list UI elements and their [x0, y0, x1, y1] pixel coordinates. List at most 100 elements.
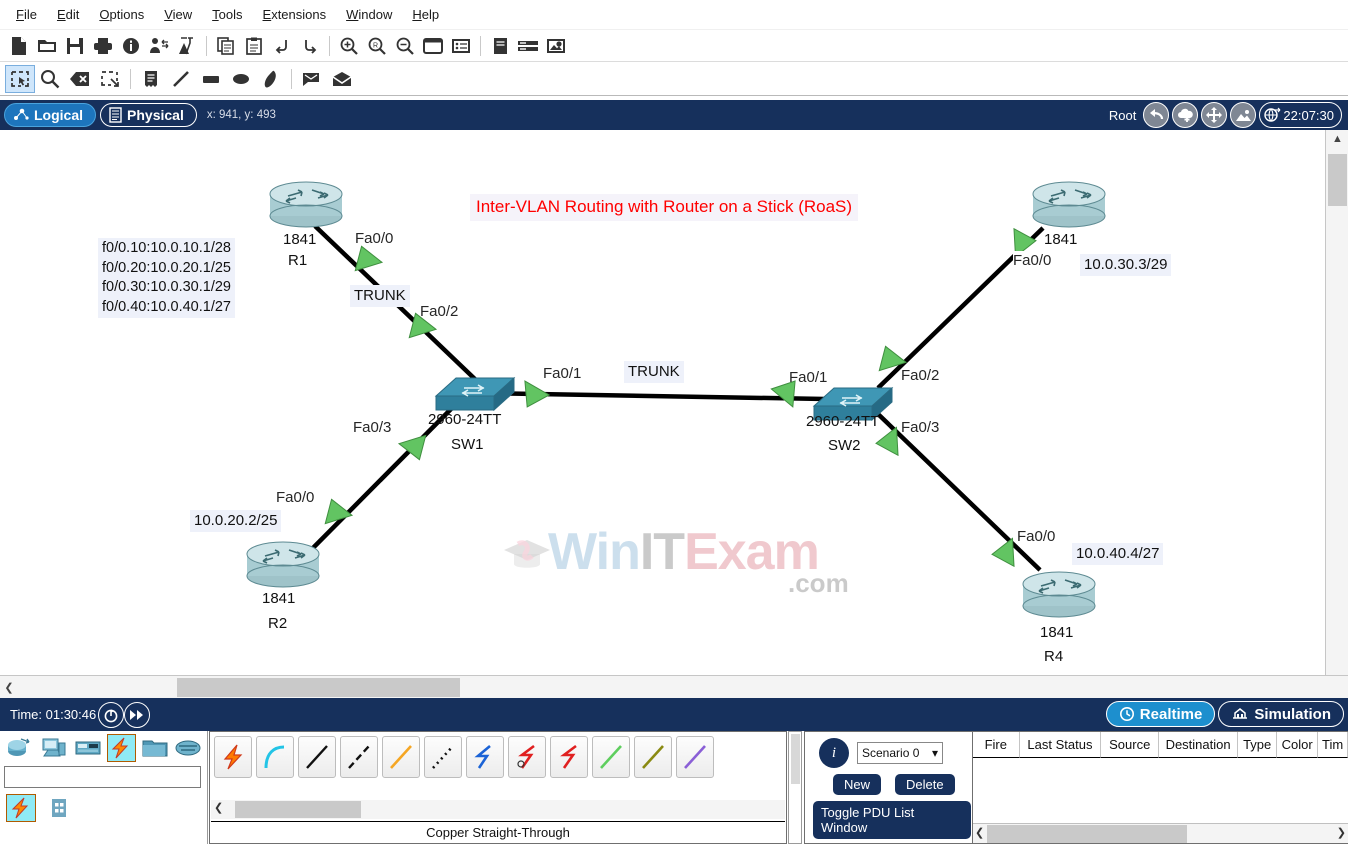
- network-devices-icon[interactable]: [6, 734, 36, 762]
- mode-realtime[interactable]: Realtime: [1105, 701, 1216, 727]
- info-icon[interactable]: [117, 32, 145, 60]
- draw-line-icon[interactable]: [166, 65, 196, 93]
- tab-physical[interactable]: Physical: [100, 103, 197, 127]
- pdu-scroll-thumb[interactable]: [987, 825, 1187, 843]
- delete-scenario-button[interactable]: Delete: [895, 774, 955, 795]
- panel-divider[interactable]: [788, 731, 802, 844]
- device-r1[interactable]: [268, 180, 344, 235]
- toggle-pdu-list-button[interactable]: Toggle PDU List Window: [813, 801, 971, 839]
- multiuser-icon[interactable]: [174, 734, 204, 762]
- pdu-col-type[interactable]: Type: [1238, 732, 1278, 758]
- menu-item-options[interactable]: Options: [89, 5, 154, 24]
- menu-item-file[interactable]: File: [6, 5, 47, 24]
- serial-dte-icon[interactable]: [550, 736, 588, 778]
- copper-straight-through-icon[interactable]: [298, 736, 336, 778]
- console-cable-icon[interactable]: [256, 736, 294, 778]
- connections-subcategory-icon[interactable]: [6, 794, 36, 822]
- connections-icon[interactable]: [106, 734, 137, 762]
- redo-icon[interactable]: [296, 32, 324, 60]
- device-r4[interactable]: [1021, 570, 1097, 625]
- menu-item-help[interactable]: Help: [402, 5, 449, 24]
- power-cycle-icon[interactable]: [98, 701, 125, 728]
- panel-divider-thumb[interactable]: [791, 734, 800, 784]
- pdu-col-last-status[interactable]: Last Status: [1019, 732, 1102, 758]
- connection-scroll-left-icon[interactable]: ❮: [214, 801, 223, 814]
- end-devices-icon[interactable]: [40, 734, 70, 762]
- device-list-icon[interactable]: [447, 32, 475, 60]
- automatically-choose-connection-icon[interactable]: [214, 736, 252, 778]
- scroll-left-icon[interactable]: ❮: [0, 676, 18, 698]
- notes-panel-icon[interactable]: [486, 32, 514, 60]
- ieee-1394-icon[interactable]: [676, 736, 714, 778]
- miscellaneous-icon[interactable]: [140, 734, 170, 762]
- draw-rectangle-icon[interactable]: [196, 65, 226, 93]
- logical-topology[interactable]: WinITExam .com Inter-VLAN Routing with R…: [0, 130, 1325, 675]
- zoom-out-icon[interactable]: [391, 32, 419, 60]
- connection-list-scrollbar[interactable]: ❮: [211, 800, 785, 819]
- workspace-canvas[interactable]: WinITExam .com Inter-VLAN Routing with R…: [0, 130, 1348, 702]
- set-background-icon[interactable]: [1230, 102, 1257, 128]
- copy-icon[interactable]: [212, 32, 240, 60]
- simple-pdu-icon[interactable]: [297, 65, 327, 93]
- device-r2[interactable]: [245, 540, 321, 595]
- menu-item-view[interactable]: View: [154, 5, 202, 24]
- hscroll-thumb[interactable]: [177, 678, 460, 697]
- phone-icon[interactable]: [424, 736, 462, 778]
- fast-forward-icon[interactable]: [124, 701, 151, 728]
- canvas-vertical-scrollbar[interactable]: ▲ ▼: [1325, 130, 1348, 675]
- scenario-select[interactable]: Scenario 0 ▾: [857, 742, 943, 764]
- new-scenario-button[interactable]: New: [833, 774, 882, 795]
- scroll-up-icon[interactable]: ▲: [1326, 130, 1348, 148]
- menu-item-extensions[interactable]: Extensions: [253, 5, 337, 24]
- rack-view-icon[interactable]: [514, 32, 542, 60]
- activity-wizard-icon[interactable]: [145, 32, 173, 60]
- inspect-icon[interactable]: [35, 65, 65, 93]
- coaxial-icon[interactable]: [466, 736, 504, 778]
- connection-scroll-thumb[interactable]: [235, 801, 361, 818]
- paste-icon[interactable]: [240, 32, 268, 60]
- pdu-col-color[interactable]: Color: [1277, 732, 1319, 758]
- palette-window-icon[interactable]: [419, 32, 447, 60]
- pdu-col-fire[interactable]: Fire: [973, 732, 1020, 758]
- realtime-clock[interactable]: 22:07:30: [1259, 102, 1342, 128]
- move-object-icon[interactable]: [1201, 102, 1228, 128]
- cloud-image-icon[interactable]: [542, 32, 570, 60]
- components-icon[interactable]: [73, 734, 103, 762]
- info-icon[interactable]: i: [819, 738, 849, 768]
- draw-freeform-icon[interactable]: [256, 65, 286, 93]
- vscroll-thumb[interactable]: [1328, 154, 1347, 206]
- grid-icon[interactable]: [44, 794, 74, 822]
- pdu-col-time[interactable]: Tim: [1318, 732, 1348, 758]
- tab-logical[interactable]: Logical: [4, 103, 97, 127]
- resize-shape-icon[interactable]: [95, 65, 125, 93]
- pdu-scroll-right-icon[interactable]: ❯: [1337, 826, 1346, 839]
- select-icon[interactable]: [5, 64, 35, 93]
- fiber-icon[interactable]: [382, 736, 420, 778]
- menu-item-window[interactable]: Window: [336, 5, 402, 24]
- zoom-reset-icon[interactable]: R: [363, 32, 391, 60]
- octal-icon[interactable]: [592, 736, 630, 778]
- complex-pdu-icon[interactable]: [327, 65, 357, 93]
- new-file-icon[interactable]: [5, 32, 33, 60]
- mode-simulation[interactable]: Simulation: [1218, 701, 1344, 727]
- device-search-input[interactable]: [4, 766, 201, 788]
- delete-icon[interactable]: [65, 65, 95, 93]
- pdu-col-destination[interactable]: Destination: [1159, 732, 1239, 758]
- pdu-scroll-left-icon[interactable]: ❮: [975, 826, 984, 839]
- menu-item-tools[interactable]: Tools: [202, 5, 252, 24]
- menu-item-edit[interactable]: Edit: [47, 5, 89, 24]
- pdu-table-scrollbar[interactable]: ❮ ❯: [973, 823, 1348, 843]
- pdu-col-source[interactable]: Source: [1101, 732, 1160, 758]
- canvas-horizontal-scrollbar[interactable]: ❮: [0, 675, 1348, 698]
- serial-dce-icon[interactable]: [508, 736, 546, 778]
- note-icon[interactable]: [136, 65, 166, 93]
- device-r3[interactable]: [1031, 180, 1107, 235]
- open-folder-icon[interactable]: [33, 32, 61, 60]
- draw-ellipse-icon[interactable]: [226, 65, 256, 93]
- save-icon[interactable]: [61, 32, 89, 60]
- new-cluster-icon[interactable]: [1172, 102, 1199, 128]
- undo-icon[interactable]: [268, 32, 296, 60]
- back-icon[interactable]: [1143, 102, 1170, 128]
- network-lab-icon[interactable]: [173, 32, 201, 60]
- usb-icon[interactable]: [634, 736, 672, 778]
